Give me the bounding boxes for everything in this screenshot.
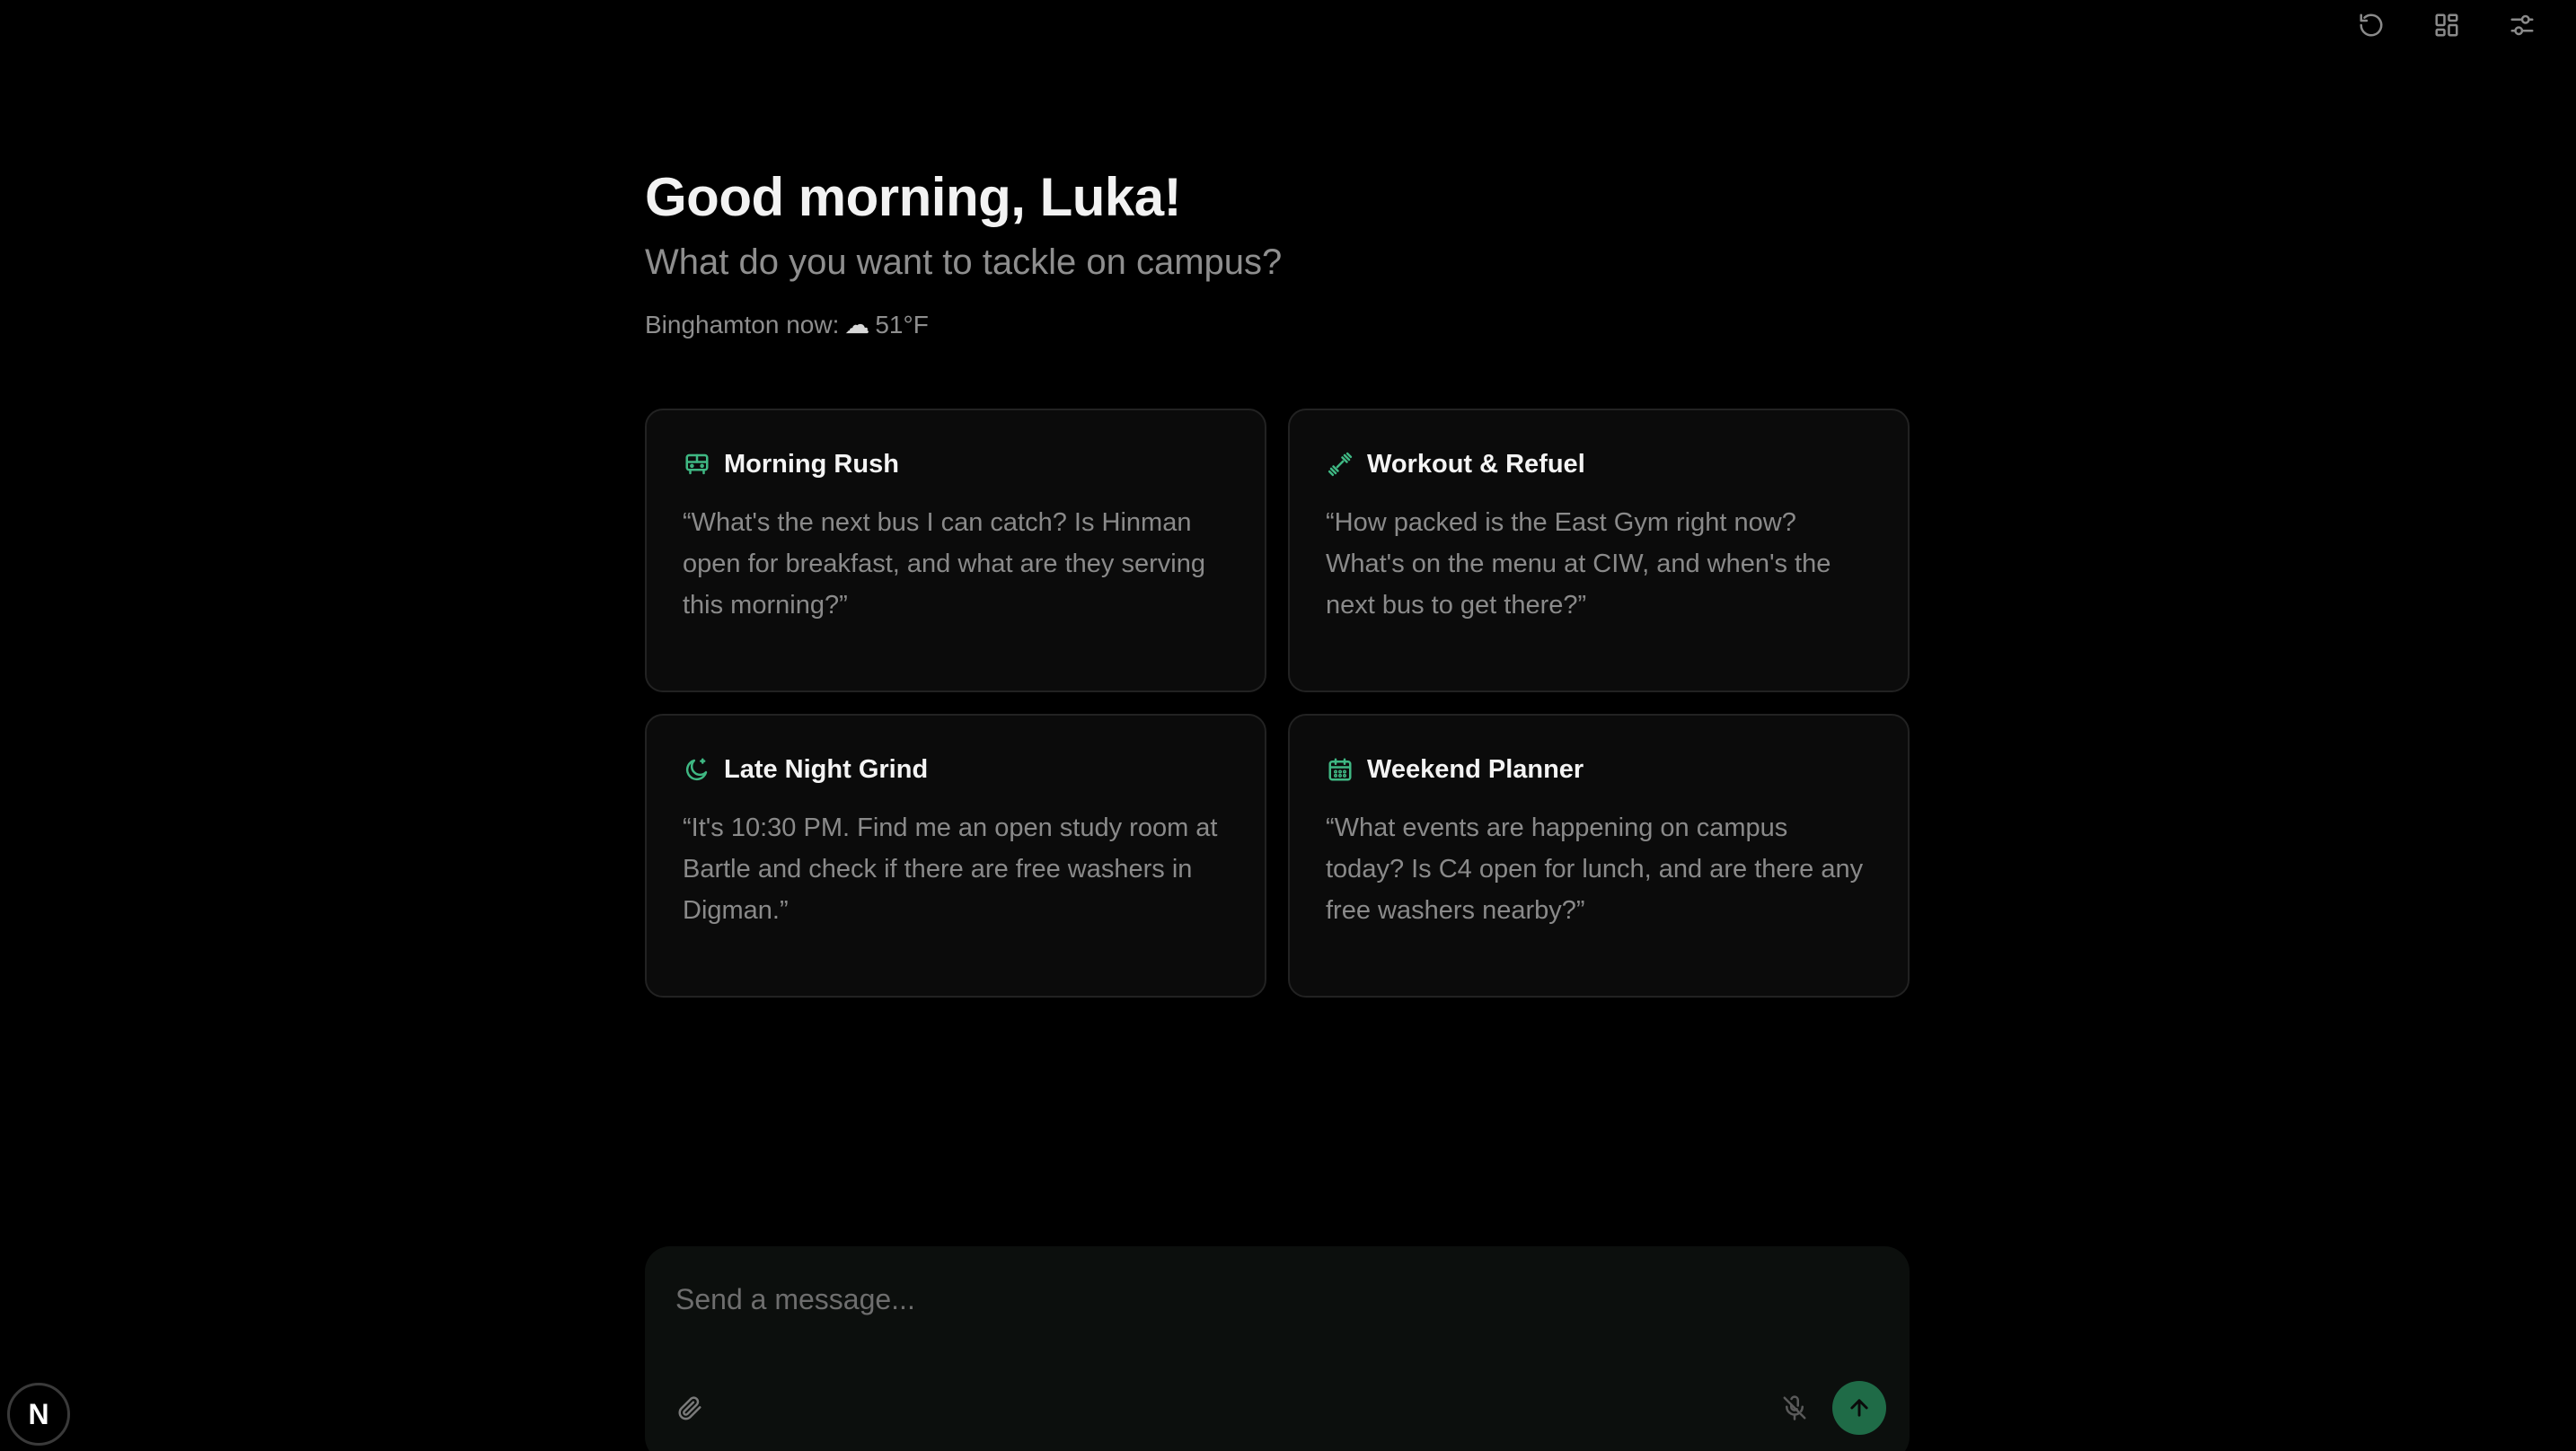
send-button[interactable]: [1832, 1381, 1886, 1435]
weather-line: Binghamton now: ☁ 51°F: [645, 307, 1911, 343]
greeting-title: Good morning, Luka!: [645, 167, 1182, 227]
attach-button[interactable]: [672, 1390, 708, 1426]
layout-button[interactable]: [2429, 7, 2465, 43]
suggestion-grid: Morning Rush “What's the next bus I can …: [645, 409, 1910, 998]
cloud-icon: ☁: [844, 311, 870, 339]
card-header: Late Night Grind: [683, 752, 1229, 787]
suggestion-card-late-night-grind[interactable]: Late Night Grind “It's 10:30 PM. Find me…: [645, 714, 1266, 998]
card-prompt-text: “What events are happening on campus tod…: [1326, 813, 1864, 925]
card-title: Morning Rush: [724, 449, 899, 479]
card-prompt-text: “How packed is the East Gym right now? W…: [1326, 508, 1831, 620]
calendar-icon: [1326, 755, 1354, 784]
app-page: Good morning, Luka! What do you want to …: [0, 0, 2576, 1451]
message-composer: [645, 1246, 1910, 1451]
layout-grid-icon: [2435, 13, 2458, 37]
suggestion-card-weekend-planner[interactable]: Weekend Planner “What events are happeni…: [1288, 714, 1910, 998]
suggestion-card-morning-rush[interactable]: Morning Rush “What's the next bus I can …: [645, 409, 1266, 692]
suggestion-card-workout-refuel[interactable]: Workout & Refuel “How packed is the East…: [1288, 409, 1910, 692]
greeting-header: Good morning, Luka! What do you want to …: [645, 162, 1911, 343]
card-prompt-text: “It's 10:30 PM. Find me an open study ro…: [683, 813, 1218, 925]
logo-letter: N: [28, 1397, 49, 1430]
weather-temperature: 51°F: [875, 311, 929, 339]
card-header: Weekend Planner: [1326, 752, 1872, 787]
refresh-icon: [2360, 13, 2383, 37]
card-prompt-text: “What's the next bus I can catch? Is Hin…: [683, 508, 1205, 620]
message-input[interactable]: [674, 1279, 1845, 1320]
microphone-button[interactable]: [1777, 1390, 1813, 1426]
greeting-subtitle: What do you want to tackle on campus?: [645, 242, 1283, 282]
card-title: Weekend Planner: [1367, 754, 1584, 784]
card-title: Late Night Grind: [724, 754, 929, 784]
bus-icon: [683, 450, 711, 479]
settings-button[interactable]: [2504, 7, 2540, 43]
card-title: Workout & Refuel: [1367, 449, 1585, 479]
weather-label: Binghamton now:: [645, 311, 840, 339]
moon-icon: [683, 755, 711, 784]
card-header: Morning Rush: [683, 446, 1229, 482]
card-header: Workout & Refuel: [1326, 446, 1872, 482]
top-toolbar: [2353, 7, 2540, 43]
settings-sliders-icon: [2510, 14, 2534, 36]
paperclip-icon: [678, 1396, 701, 1420]
dumbbell-icon: [1326, 450, 1354, 479]
arrow-up-icon: [1850, 1399, 1868, 1417]
mic-off-icon: [1783, 1395, 1806, 1420]
app-logo-badge[interactable]: N: [7, 1383, 70, 1446]
refresh-button[interactable]: [2353, 7, 2389, 43]
